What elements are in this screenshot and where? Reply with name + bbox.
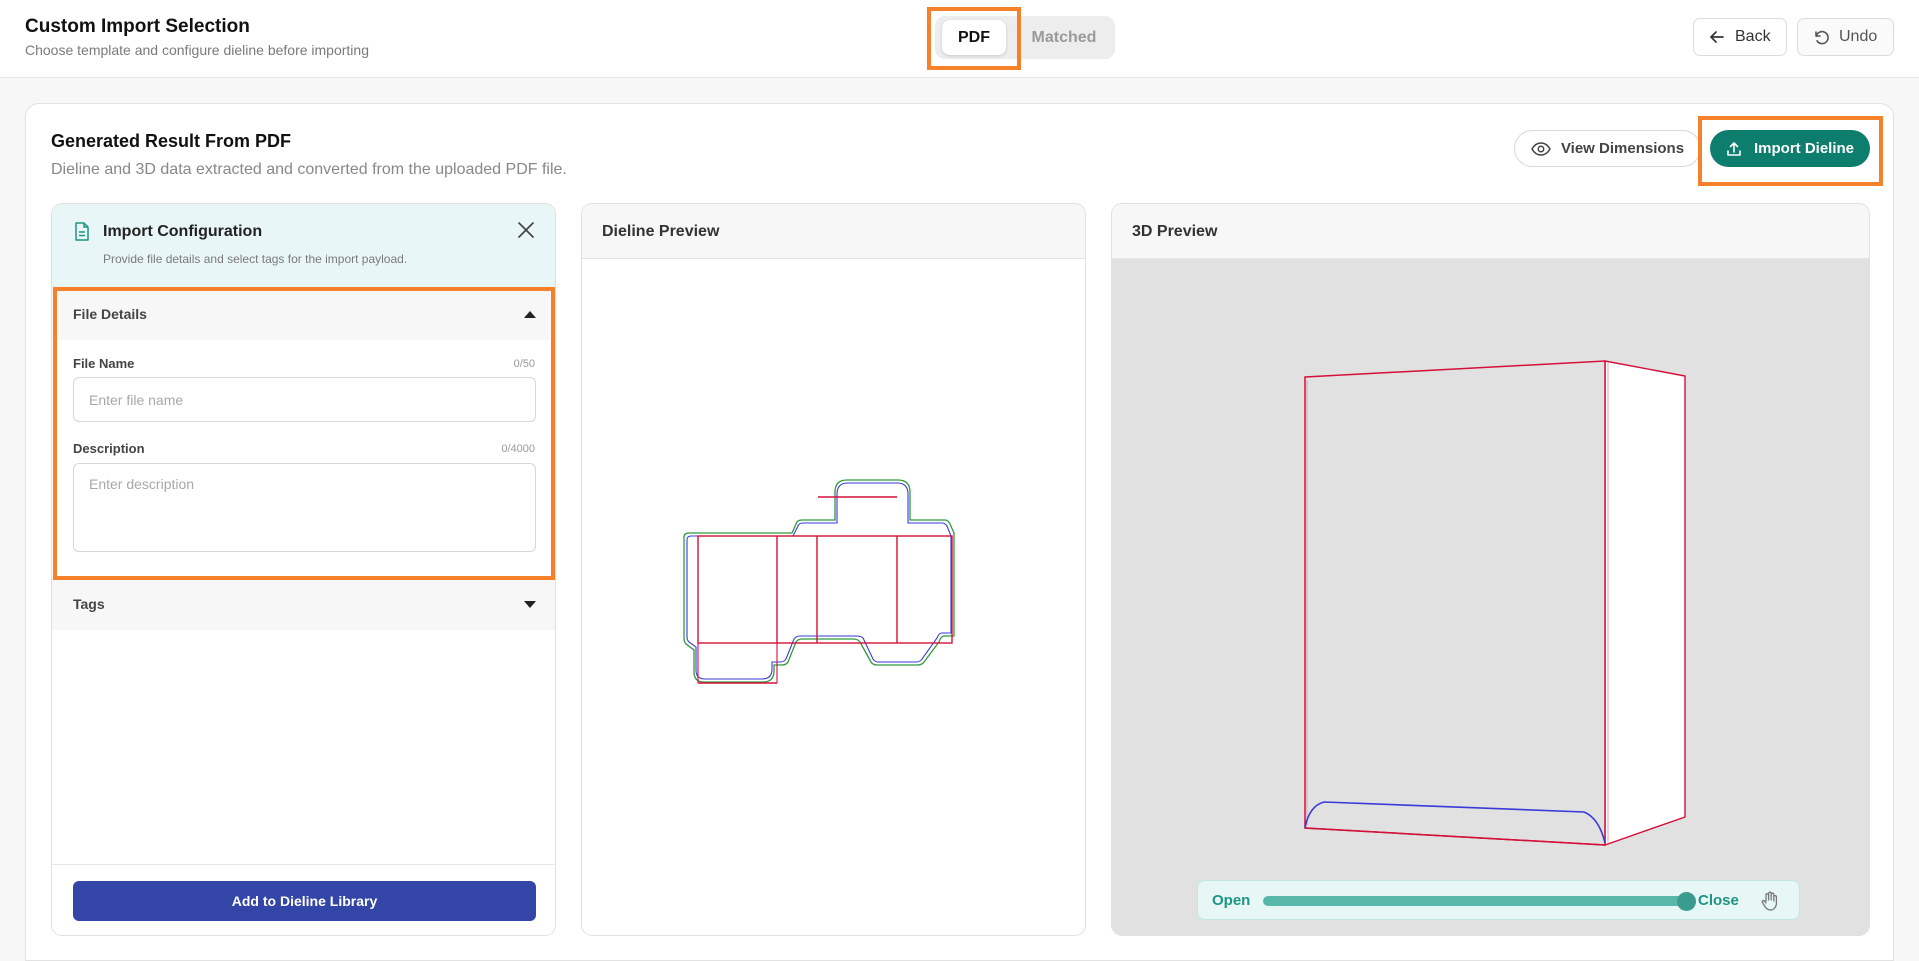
preview-3d-panel: 3D Preview Open Close: [1111, 203, 1870, 936]
config-header: Import Configuration Provide file detail…: [52, 204, 555, 289]
preview-3d-title: 3D Preview: [1132, 223, 1218, 240]
preview-3d-canvas[interactable]: Open Close: [1112, 259, 1869, 935]
fold-slider-thumb[interactable]: [1677, 892, 1696, 911]
config-subtitle: Provide file details and select tags for…: [103, 252, 408, 266]
undo-label: Undo: [1839, 28, 1878, 45]
box-3d-model: [1304, 360, 1686, 846]
fold-control: Open Close: [1197, 880, 1800, 920]
arrow-left-icon: [1710, 31, 1724, 43]
view-dimensions-label: View Dimensions: [1560, 140, 1685, 157]
fold-slider-track[interactable]: [1263, 896, 1685, 906]
dieline-preview-panel: Dieline Preview: [581, 203, 1086, 936]
tags-header[interactable]: Tags: [52, 579, 555, 630]
config-footer: Add to Dieline Library: [52, 864, 555, 935]
page-title: Custom Import Selection: [25, 16, 250, 37]
hand-icon[interactable]: [1761, 891, 1779, 911]
open-label: Open: [1212, 892, 1251, 909]
close-icon[interactable]: [517, 221, 535, 239]
highlight-pdf-tab: [927, 7, 1021, 70]
back-button[interactable]: Back: [1693, 18, 1787, 56]
dieline-preview-title: Dieline Preview: [602, 223, 720, 240]
dieline-drawing: [683, 479, 955, 684]
highlight-import-button: [1698, 116, 1883, 186]
preview-3d-header: 3D Preview: [1112, 204, 1869, 259]
highlight-file-details: [53, 287, 555, 580]
eye-icon: [1531, 141, 1551, 156]
result-subtitle: Dieline and 3D data extracted and conver…: [51, 161, 567, 178]
caret-down-icon: [524, 601, 536, 608]
document-icon: [75, 222, 89, 241]
tags-label: Tags: [73, 596, 105, 612]
page-subtitle: Choose template and configure dieline be…: [25, 42, 369, 58]
tab-matched[interactable]: Matched: [1019, 20, 1109, 55]
view-dimensions-button[interactable]: View Dimensions: [1514, 130, 1701, 167]
result-title: Generated Result From PDF: [51, 131, 292, 151]
close-label: Close: [1698, 892, 1739, 909]
add-to-library-button[interactable]: Add to Dieline Library: [73, 881, 536, 921]
config-title: Import Configuration: [103, 223, 263, 240]
dieline-preview-header: Dieline Preview: [582, 204, 1085, 259]
undo-button[interactable]: Undo: [1797, 18, 1894, 56]
back-label: Back: [1735, 28, 1771, 45]
undo-icon: [1815, 30, 1829, 45]
